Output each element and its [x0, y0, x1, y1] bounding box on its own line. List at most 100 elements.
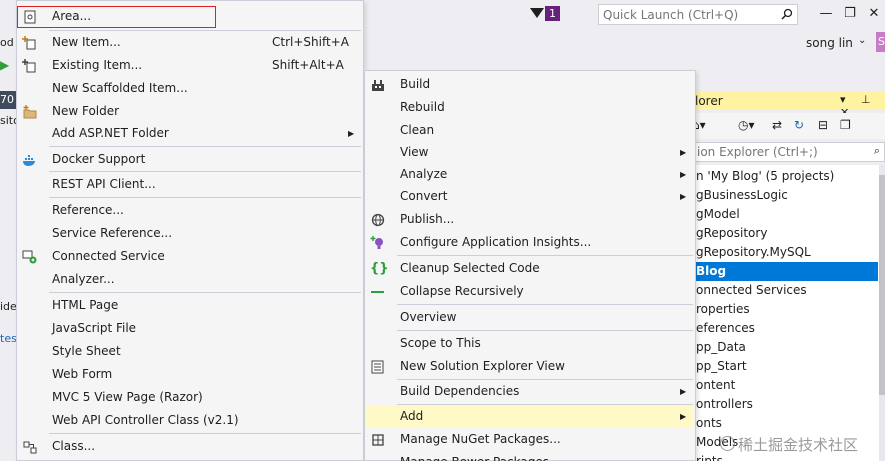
menu-item-class[interactable]: Class...: [18, 435, 362, 458]
menu-item-new-folder[interactable]: New Folder: [18, 100, 362, 123]
menu-item-label: New Solution Explorer View: [400, 359, 565, 373]
menu-item-label: Existing Item...: [52, 58, 143, 72]
menu-item-new-solution-explorer-view[interactable]: New Solution Explorer View: [366, 355, 694, 378]
menu-item-manage-bower[interactable]: Manage Bower Packages...: [366, 451, 694, 461]
menu-item-add[interactable]: Add ▶: [366, 405, 694, 428]
submenu-arrow-icon: ▶: [348, 129, 355, 138]
menu-item-label: Clean: [400, 123, 435, 137]
menu-item-service-reference[interactable]: Service Reference...: [18, 222, 362, 245]
solution-explorer-toolbar: ⌂▾ ◷▾ ⇄ ↻ ⊟ ❐: [690, 113, 885, 139]
tree-item[interactable]: onnected Services: [690, 281, 878, 300]
menu-item-mvc5-view-page[interactable]: MVC 5 View Page (Razor): [18, 386, 362, 409]
menu-separator: [49, 197, 361, 198]
submenu-arrow-icon: ▶: [680, 387, 687, 396]
history-icon[interactable]: ◷▾: [738, 118, 755, 132]
menu-item-style-sheet[interactable]: Style Sheet: [18, 340, 362, 363]
tree-item[interactable]: ontent: [690, 376, 878, 395]
quick-launch[interactable]: [598, 4, 798, 25]
menu-item-html-page[interactable]: HTML Page: [18, 294, 362, 317]
menu-item-label: New Item...: [52, 35, 121, 49]
menu-item-docker-support[interactable]: Docker Support: [18, 148, 362, 171]
tree-item[interactable]: gModel: [690, 205, 878, 224]
menu-item-publish[interactable]: Publish...: [366, 208, 694, 231]
menu-item-analyze[interactable]: Analyze ▶: [366, 163, 694, 186]
tree-item[interactable]: gRepository.MySQL: [690, 243, 878, 262]
add-submenu: Area... New Item... Ctrl+Shift+A Existin…: [16, 0, 364, 461]
solution-tree: n 'My Blog' (5 projects) gBusinessLogic …: [690, 165, 885, 461]
show-all-files-icon[interactable]: ❐: [840, 118, 851, 132]
menu-item-clean[interactable]: Clean: [366, 119, 694, 142]
solution-explorer-search-input[interactable]: [697, 145, 857, 159]
menu-separator: [397, 304, 693, 305]
tree-item[interactable]: gBusinessLogic: [690, 186, 878, 205]
menu-item-web-api-controller[interactable]: Web API Controller Class (v2.1): [18, 409, 362, 432]
menu-item-label: Rebuild: [400, 100, 445, 114]
menu-item-rebuild[interactable]: Rebuild: [366, 96, 694, 119]
menu-item-label: Service Reference...: [52, 226, 173, 240]
menu-item-configure-app-insights[interactable]: Configure Application Insights...: [366, 231, 694, 254]
menu-item-convert[interactable]: Convert ▶: [366, 185, 694, 208]
solution-explorer-search[interactable]: ⌕: [690, 142, 885, 162]
menu-item-build[interactable]: Build: [366, 73, 694, 96]
minimize-icon[interactable]: —: [816, 5, 836, 23]
nuget-icon: [372, 434, 384, 446]
chevron-down-icon[interactable]: ⌄: [858, 35, 866, 46]
tree-item[interactable]: pp_Data: [690, 338, 878, 357]
notifications[interactable]: 1: [530, 6, 562, 22]
menu-item-existing-item[interactable]: Existing Item... Shift+Alt+A: [18, 54, 362, 77]
tree-item[interactable]: n 'My Blog' (5 projects): [690, 167, 878, 186]
menu-item-connected-service[interactable]: Connected Service: [18, 245, 362, 268]
menu-item-reference[interactable]: Reference...: [18, 199, 362, 222]
menu-item-view[interactable]: View ▶: [366, 141, 694, 164]
menu-item-label: Analyze: [400, 167, 448, 181]
solution-explorer-title: lorer: [695, 94, 723, 108]
tree-item[interactable]: eferences: [690, 319, 878, 338]
restore-icon[interactable]: ❐: [840, 5, 860, 23]
avatar[interactable]: S: [876, 32, 885, 52]
menu-item-label: Style Sheet: [52, 344, 121, 358]
menu-item-add-aspnet-folder[interactable]: Add ASP.NET Folder ▶: [18, 122, 362, 145]
menu-item-manage-nuget[interactable]: Manage NuGet Packages...: [366, 428, 694, 451]
menu-item-web-form[interactable]: Web Form: [18, 363, 362, 386]
submenu-arrow-icon: ▶: [680, 412, 687, 421]
user-name[interactable]: song lin: [806, 36, 853, 50]
menu-item-analyzer[interactable]: Analyzer...: [18, 268, 362, 291]
play-icon[interactable]: ▶: [0, 58, 9, 72]
watermark-logo-icon: [720, 436, 735, 451]
menu-item-collapse-recursively[interactable]: Collapse Recursively: [366, 280, 694, 303]
menu-item-overview[interactable]: Overview: [366, 306, 694, 329]
menu-item-build-dependencies[interactable]: Build Dependencies ▶: [366, 380, 694, 403]
tree-item-selected[interactable]: Blog: [690, 262, 878, 281]
globe-icon: [371, 213, 385, 227]
menu-item-new-scaffolded-item[interactable]: New Scaffolded Item...: [18, 77, 362, 100]
menu-item-label: Manage NuGet Packages...: [400, 432, 561, 446]
menu-item-label: View: [400, 145, 429, 159]
scrollbar-thumb[interactable]: [879, 175, 885, 395]
refresh-icon[interactable]: ↻: [794, 118, 804, 132]
tree-item[interactable]: gRepository: [690, 224, 878, 243]
sync-icon[interactable]: ⇄: [772, 118, 782, 132]
collapse-all-icon[interactable]: ⊟: [818, 118, 828, 132]
tree-item[interactable]: onts: [690, 414, 878, 433]
solution-explorer-scrollbar[interactable]: [879, 165, 885, 461]
tree-item[interactable]: roperties: [690, 300, 878, 319]
menu-item-label: MVC 5 View Page (Razor): [52, 390, 203, 404]
menu-item-label: Reference...: [52, 203, 124, 217]
menu-item-cleanup-code[interactable]: {} Cleanup Selected Code: [366, 257, 694, 280]
docker-icon: [23, 155, 35, 166]
menu-item-area[interactable]: Area...: [18, 5, 362, 28]
menu-item-new-item[interactable]: New Item... Ctrl+Shift+A: [18, 31, 362, 54]
quick-launch-input[interactable]: [603, 7, 773, 22]
menu-item-javascript-file[interactable]: JavaScript File: [18, 317, 362, 340]
filter-icon: [530, 8, 544, 18]
menu-item-label: Scope to This: [400, 336, 481, 350]
search-icon: [781, 8, 793, 20]
tree-item[interactable]: ontrollers: [690, 395, 878, 414]
close-icon[interactable]: ✕: [864, 5, 884, 23]
tree-item[interactable]: pp_Start: [690, 357, 878, 376]
menu-item-rest-api-client[interactable]: REST API Client...: [18, 173, 362, 196]
menu-item-label: REST API Client...: [52, 177, 156, 191]
menu-item-label: New Folder: [52, 104, 120, 118]
menu-item-scope-to-this[interactable]: Scope to This: [366, 332, 694, 355]
left-panel-edge: od 70 sito ider tes ▶: [0, 30, 21, 461]
